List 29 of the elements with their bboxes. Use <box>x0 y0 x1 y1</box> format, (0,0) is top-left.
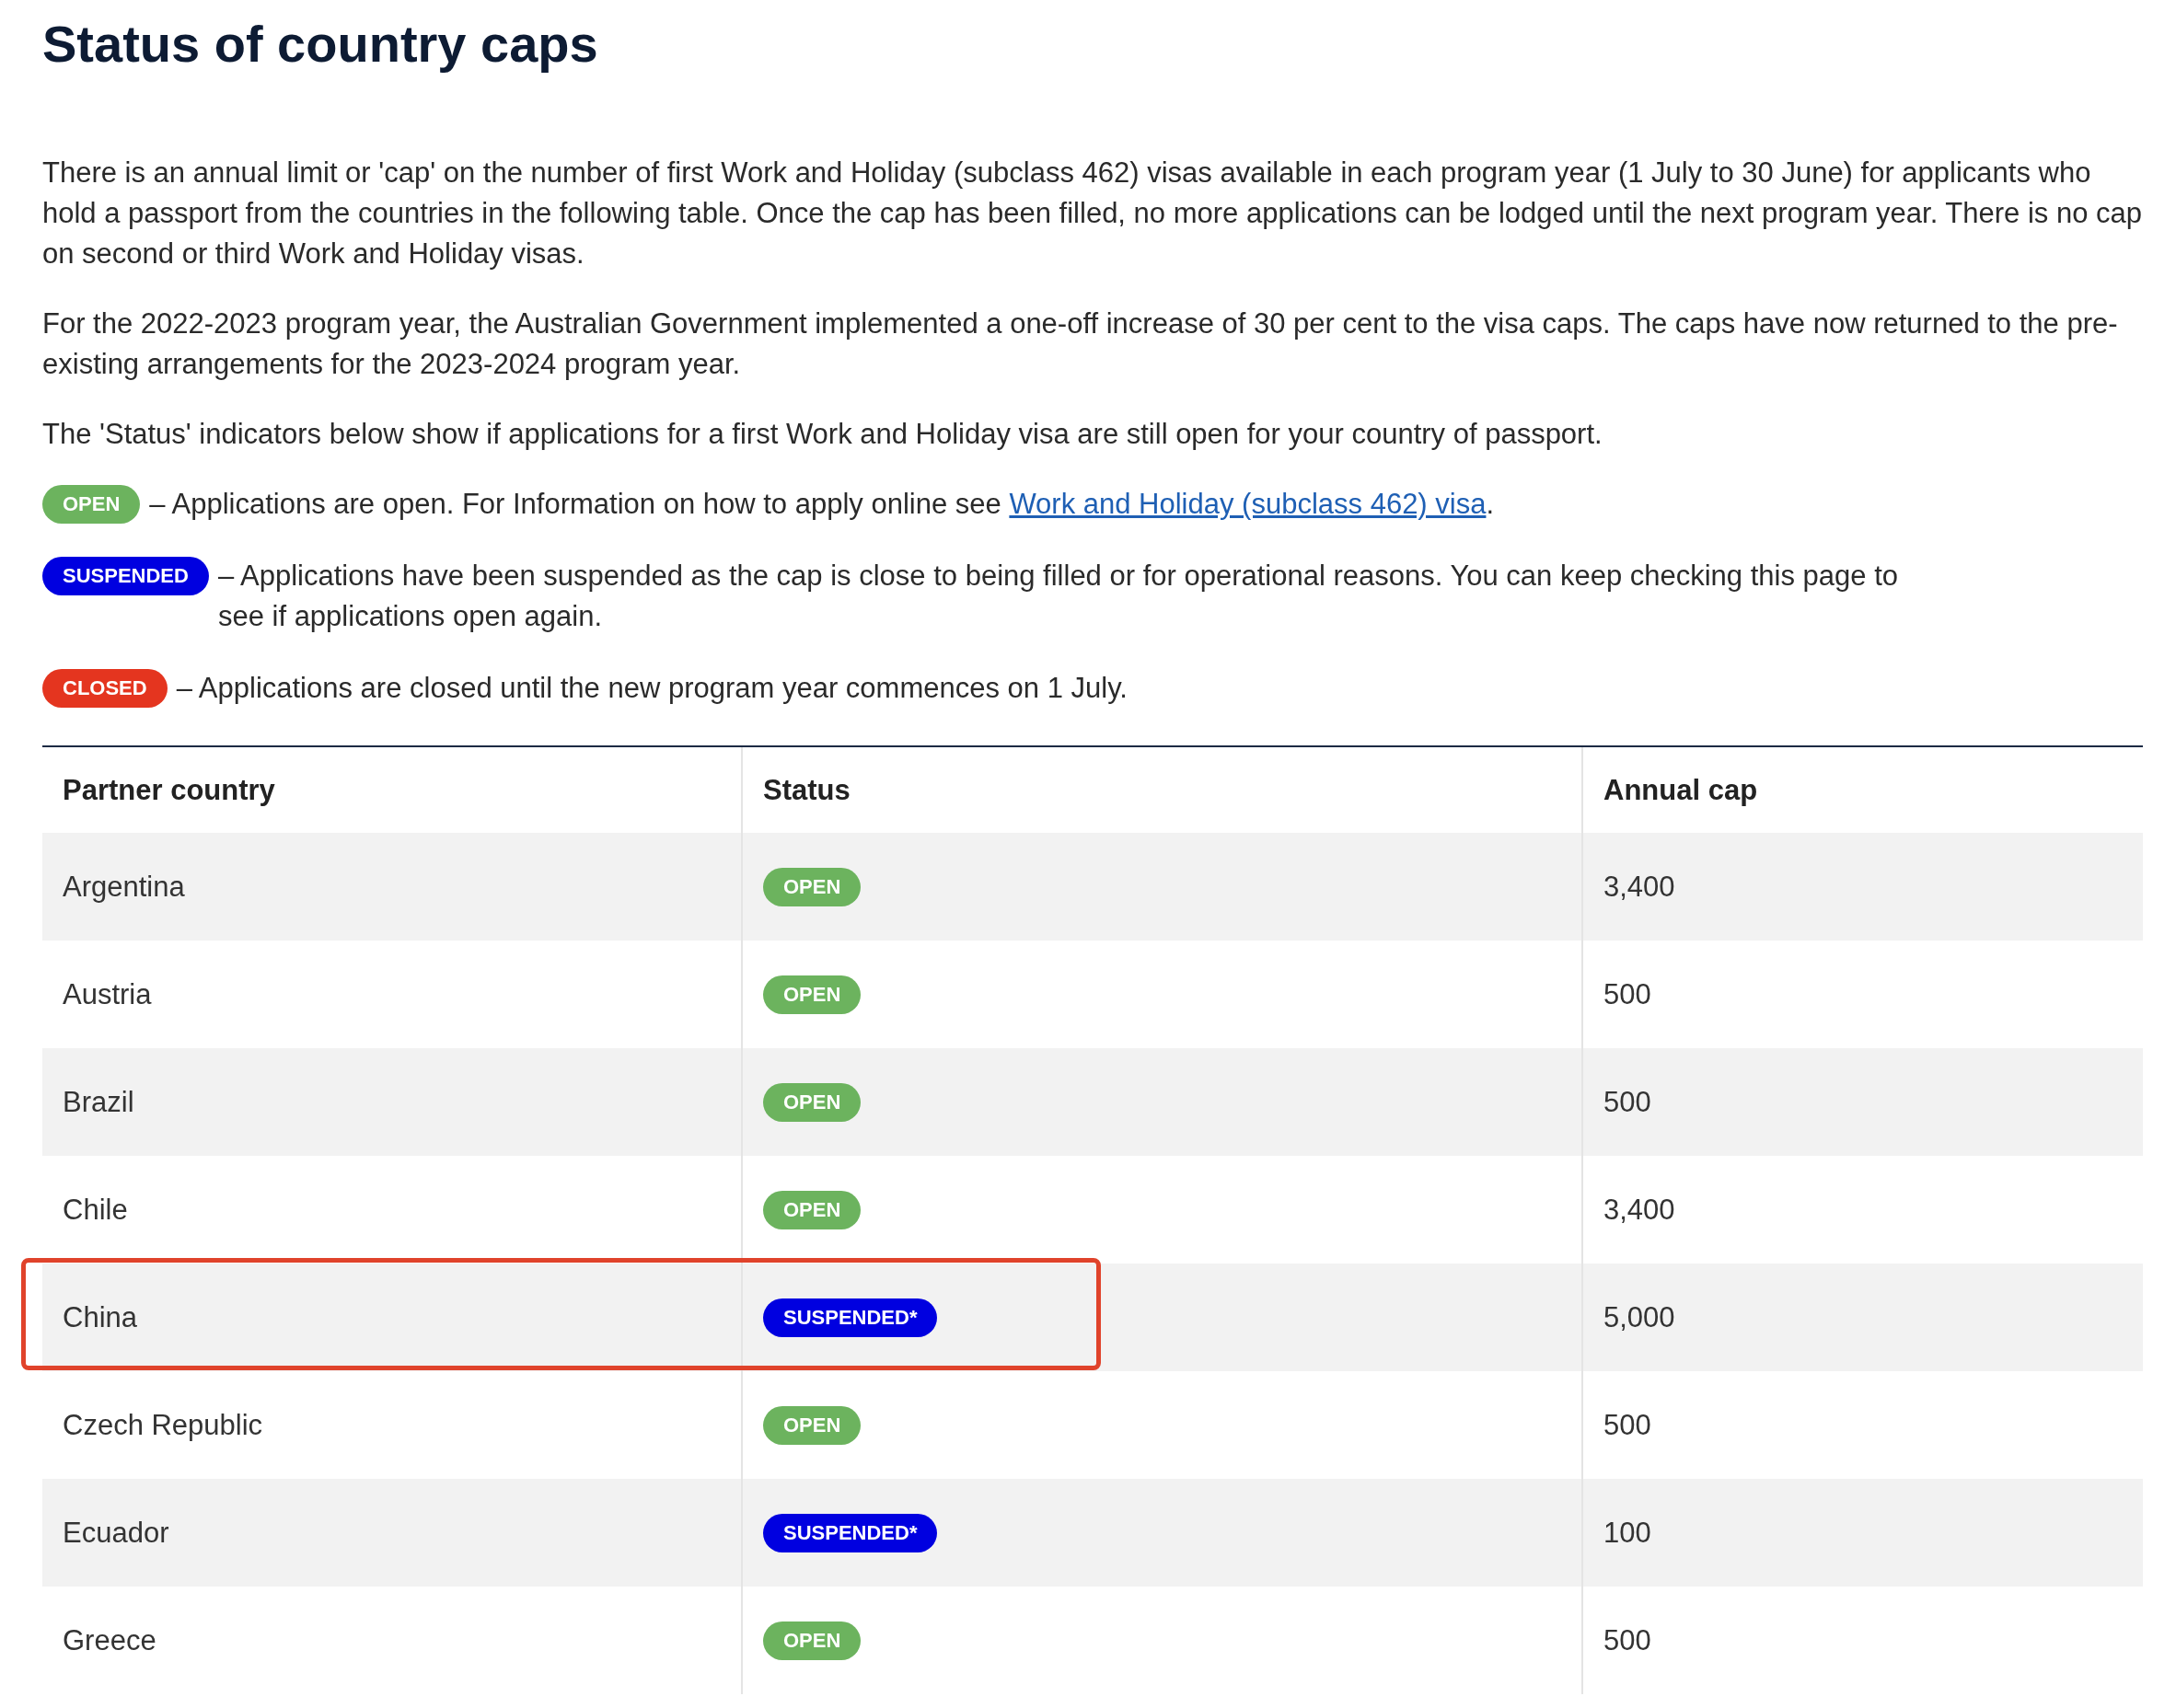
country-cell-text: Argentina <box>62 869 186 905</box>
paragraph: The 'Status' indicators below show if applications for a first Work and Holiday visa are still open for your country of passport. <box>42 417 1603 452</box>
status-badge: SUSPENDED <box>42 557 209 595</box>
country-cell-text: Chile <box>62 1192 129 1228</box>
paragraph: There is an annual limit or 'cap' on the number of first Work and Holiday (subclass 462) visas available in each program year (1 July to 30 June) for applicants who hold a passport from the countries in the following table. Once the cap has been filled, no more applications can be lodged until the next program year. There is no cap on second or third Work and Holiday visas. <box>42 156 2143 271</box>
country-cell-text: Czech Republic <box>62 1407 264 1443</box>
legend-text: – Applications are closed until the new program year commences on 1 July. <box>176 671 1128 706</box>
column-header: Partner country <box>62 772 276 808</box>
legend-text: – Applications have been suspended as the cap is close to being filled or for operational reasons. You can keep checking this page to see if applications open again. <box>217 559 1899 634</box>
legend-text: – Applications are open. For Information on how to apply online see Work and Holiday (subclass 462) visa. <box>149 487 1495 522</box>
status-badge: SUSPENDED* <box>763 1513 938 1552</box>
country-cell-text: China <box>62 1299 138 1335</box>
country-cell-text: Ecuador <box>62 1515 170 1551</box>
status-badge: SUSPENDED* <box>763 1298 938 1337</box>
status-badge: OPEN <box>763 1082 862 1122</box>
status-badge: OPEN <box>42 485 141 524</box>
cap-cell: 500 <box>1581 1587 2143 1694</box>
status-badge: OPEN <box>763 867 862 906</box>
status-badge: OPEN <box>763 1405 862 1445</box>
status-badge: OPEN <box>763 1190 862 1229</box>
country-cell-text: Austria <box>62 976 153 1012</box>
country-cell-text: Brazil <box>62 1084 135 1120</box>
page-title: Status of country caps <box>42 14 599 75</box>
country-cell-text: Greece <box>62 1622 157 1658</box>
visa-link[interactable]: Work and Holiday (subclass 462) visa <box>1009 488 1487 520</box>
status-badge: CLOSED <box>42 669 168 708</box>
paragraph: For the 2022-2023 program year, the Australian Government implemented a one-off increase of 30 per cent to the visa caps. The caps have now returned to the pre-existing arrangements for the 2023-2024 program year. <box>42 306 2119 382</box>
status-badge: OPEN <box>763 975 862 1014</box>
status-badge: OPEN <box>763 1621 862 1660</box>
